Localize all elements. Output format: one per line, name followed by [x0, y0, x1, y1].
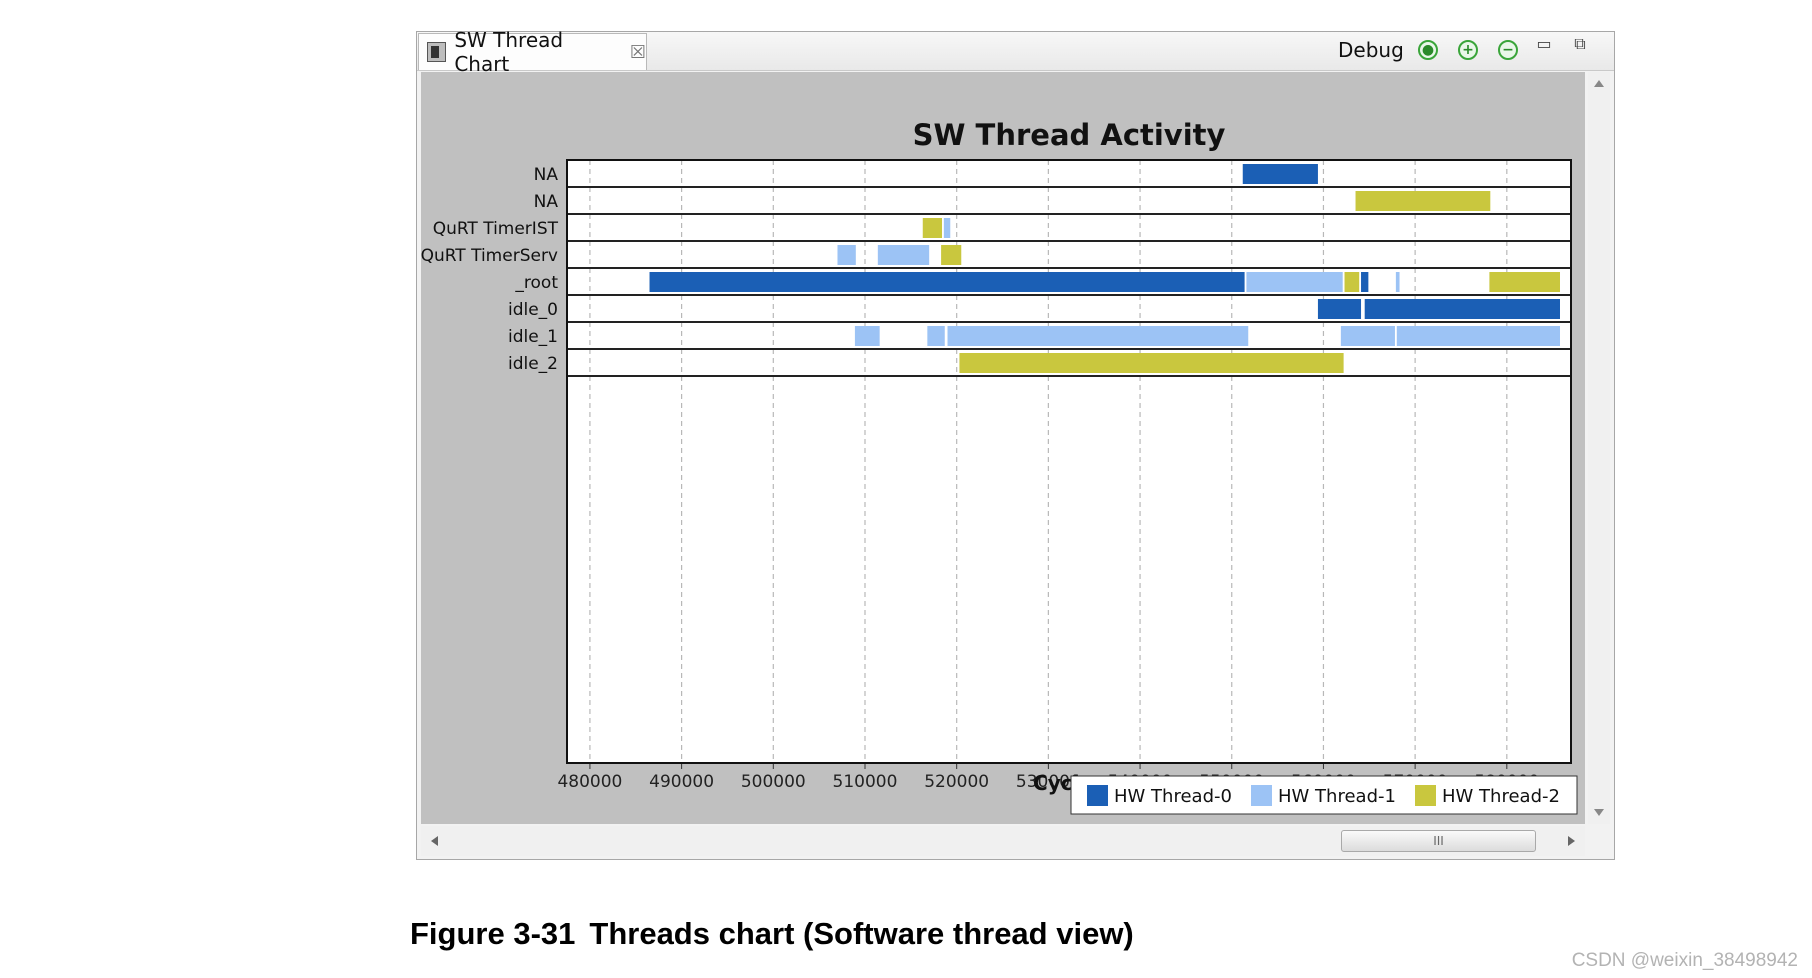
thread-segment [943, 218, 951, 238]
x-tick-label: 510000 [833, 772, 898, 792]
thread-segment [854, 326, 880, 346]
legend-swatch [1251, 785, 1272, 806]
scroll-right-icon[interactable] [1568, 836, 1575, 846]
thread-segment [1340, 326, 1395, 346]
vertical-scrollbar[interactable] [1588, 72, 1610, 824]
thread-segment [1355, 191, 1491, 211]
legend-label: HW Thread-1 [1278, 786, 1396, 807]
sw-thread-chart-view: SW Thread Chart ☒ Debug ● + − ▭ ⧉ SW Thr… [416, 28, 1615, 860]
thread-segment [1317, 299, 1362, 319]
thread-segment [1364, 299, 1560, 319]
thread-segment [947, 326, 1249, 346]
thread-segment [649, 272, 1245, 292]
row-label: NA [534, 192, 559, 212]
chart-title: SW Thread Activity [913, 118, 1226, 152]
minimize-icon[interactable]: ▭ [1535, 36, 1553, 52]
thread-segment [1395, 272, 1400, 292]
legend-swatch [1415, 785, 1436, 806]
thread-segment [1489, 272, 1560, 292]
reset-zoom-icon[interactable]: ● [1418, 40, 1438, 60]
x-tick-label: 500000 [741, 772, 806, 792]
chart-canvas-area: SW Thread Activity 480000 490000 500000 5100… [421, 72, 1585, 824]
row-label: idle_0 [508, 300, 558, 320]
row-label: idle_1 [508, 327, 558, 347]
scroll-up-icon[interactable] [1594, 80, 1604, 87]
chart-view-icon [427, 42, 447, 62]
horizontal-scrollbar[interactable]: III [421, 826, 1585, 856]
row-label: QuRT TimerIST [433, 219, 559, 239]
row-label: idle_2 [508, 354, 558, 374]
figure-caption: Figure 3-31 Threads chart (Software threa… [410, 916, 1134, 952]
close-icon[interactable]: ☒ [630, 42, 646, 63]
scroll-left-icon[interactable] [431, 836, 438, 846]
zoom-out-icon[interactable]: − [1498, 40, 1518, 60]
maximize-icon[interactable]: ⧉ [1571, 36, 1589, 52]
view-tab-bar: SW Thread Chart ☒ Debug ● + − ▭ ⧉ [417, 28, 1614, 76]
x-tick-label: 480000 [557, 772, 622, 792]
tab-title: SW Thread Chart [454, 28, 564, 76]
zoom-in-icon[interactable]: + [1458, 40, 1478, 60]
thread-segment [1344, 272, 1360, 292]
thread-segment [837, 245, 856, 265]
tab-sw-thread-chart[interactable]: SW Thread Chart ☒ [418, 28, 647, 76]
scrollbar-thumb[interactable]: III [1341, 830, 1536, 852]
plot-area [567, 160, 1571, 763]
row-label: _root [514, 273, 558, 293]
figure-number: Figure 3-31 [410, 916, 576, 951]
x-tick-label: 520000 [924, 772, 989, 792]
debug-label: Debug [1338, 38, 1404, 62]
watermark: CSDN @weixin_38498942 [1571, 950, 1798, 971]
scroll-down-icon[interactable] [1594, 809, 1604, 816]
thread-segment [927, 326, 945, 346]
legend-swatch [1087, 785, 1108, 806]
thread-segment [959, 353, 1344, 373]
thread-segment [1242, 164, 1318, 184]
thread-segment [941, 245, 962, 265]
row-label: NA [534, 165, 559, 185]
figure-caption-text: Threads chart (Software thread view) [589, 916, 1134, 951]
x-tick-label: 490000 [649, 772, 714, 792]
thread-activity-chart: SW Thread Activity 480000 490000 500000 5100… [421, 118, 1578, 815]
row-label: QuRT TimerServ [421, 246, 558, 266]
thread-segment [877, 245, 930, 265]
thread-segment [922, 218, 943, 238]
thread-segment [1361, 272, 1369, 292]
legend-label: HW Thread-2 [1442, 786, 1560, 807]
thread-segment [1246, 272, 1343, 292]
legend-label: HW Thread-0 [1114, 786, 1232, 807]
thread-segment [1396, 326, 1560, 346]
